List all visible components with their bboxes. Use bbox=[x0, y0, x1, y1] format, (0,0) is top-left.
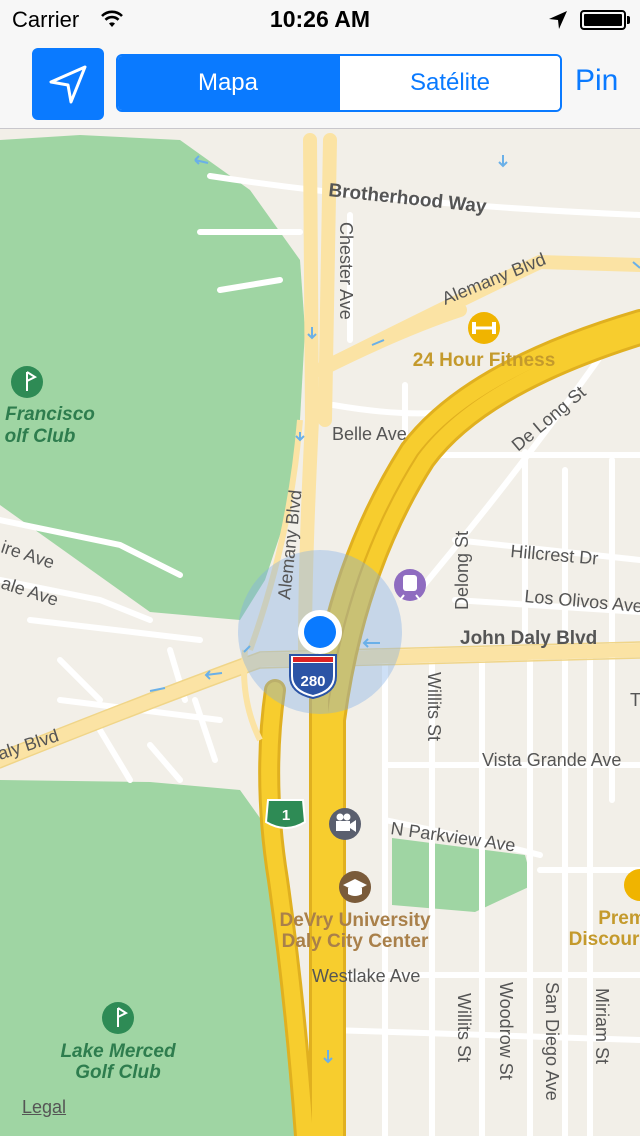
status-bar: Carrier 10:26 AM bbox=[0, 0, 640, 40]
pin-button[interactable]: Pin bbox=[575, 64, 618, 98]
street-label: John Daly Blvd bbox=[460, 628, 597, 649]
state-route-1-shield: 1 bbox=[264, 799, 307, 829]
street-label: San Diego Ave bbox=[542, 982, 562, 1101]
street-label: Chester Ave bbox=[336, 222, 356, 320]
cinema-icon bbox=[329, 808, 361, 840]
street-label: T bbox=[630, 690, 640, 710]
street-label: Westlake Ave bbox=[312, 966, 420, 986]
segment-satellite[interactable]: Satélite bbox=[338, 56, 560, 110]
university-icon bbox=[339, 871, 371, 903]
battery-icon bbox=[580, 10, 626, 30]
poi-label: 24 Hour Fitness bbox=[413, 350, 556, 371]
svg-text:1: 1 bbox=[282, 807, 290, 824]
fitness-icon bbox=[468, 312, 500, 344]
map-view[interactable]: 280 1 Brotherhood Way Chester Ave Aleman… bbox=[0, 129, 640, 1136]
interstate-280-shield: 280 bbox=[289, 654, 337, 700]
battery-tip bbox=[627, 16, 630, 24]
golf-icon bbox=[11, 366, 43, 398]
poi-label: Discour bbox=[569, 929, 640, 950]
poi-label: Prem bbox=[598, 908, 640, 929]
poi-label: Lake Merced bbox=[60, 1041, 176, 1062]
street-label: Miriam St bbox=[592, 988, 612, 1064]
segment-map[interactable]: Mapa bbox=[118, 56, 338, 110]
clock: 10:26 AM bbox=[269, 6, 371, 32]
street-label: Belle Ave bbox=[332, 424, 407, 444]
location-arrow-icon bbox=[549, 11, 567, 29]
poi-label: Daly City Center bbox=[282, 931, 429, 952]
locate-me-button[interactable] bbox=[32, 48, 104, 120]
train-icon bbox=[394, 569, 426, 601]
street-label: Delong St bbox=[452, 531, 472, 610]
street-label: Vista Grande Ave bbox=[482, 750, 621, 770]
street-label: Willits St bbox=[454, 993, 474, 1062]
svg-text:280: 280 bbox=[300, 673, 325, 690]
poi-label: DeVry University bbox=[279, 910, 430, 931]
street-label: Woodrow St bbox=[496, 982, 516, 1080]
nav-bar: Mapa Satélite Pin bbox=[0, 40, 640, 129]
legal-link[interactable]: Legal bbox=[22, 1097, 66, 1118]
poi-label: olf Club bbox=[5, 426, 76, 447]
location-arrow-icon bbox=[49, 65, 87, 104]
golf-icon bbox=[102, 1002, 134, 1034]
map-type-segmented-control[interactable]: Mapa Satélite bbox=[116, 54, 562, 112]
poi-label: Francisco bbox=[5, 404, 95, 425]
street-label: Willits St bbox=[424, 672, 444, 741]
poi-label: Golf Club bbox=[75, 1062, 161, 1083]
